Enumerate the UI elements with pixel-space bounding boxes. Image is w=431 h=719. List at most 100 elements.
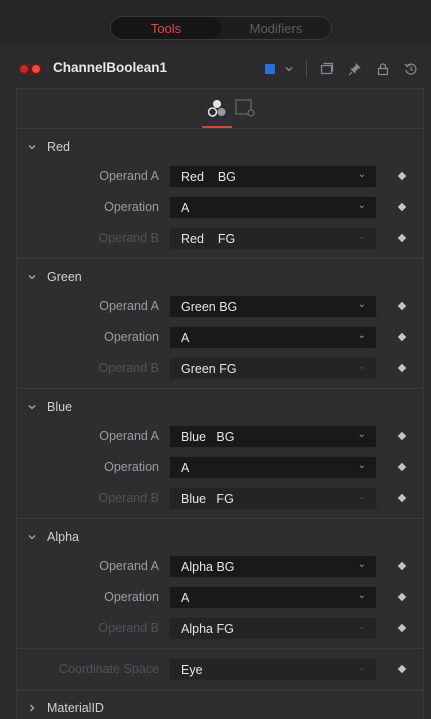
- section-blue-title: Blue: [47, 400, 73, 414]
- green-operand-b-dropdown[interactable]: Green FG ⌄: [169, 357, 377, 380]
- tab-modifiers[interactable]: Modifiers: [221, 17, 331, 39]
- section-divider: [17, 690, 423, 691]
- red-operation-row: Operation A ⌄: [17, 195, 423, 221]
- red-operand-b-dropdown[interactable]: Red FG ⌄: [169, 227, 377, 250]
- chevron-down-icon: [27, 142, 37, 152]
- green-operation-value: A: [181, 331, 190, 345]
- inspector-panel: Red Operand A Red BG ⌄ Operation A ⌄ Opera…: [16, 88, 424, 719]
- keyframe-diamond-icon[interactable]: [397, 592, 407, 602]
- blue-operation-value: A: [181, 461, 190, 475]
- section-alpha-header[interactable]: Alpha: [17, 525, 423, 549]
- pin-icon[interactable]: [346, 60, 364, 78]
- green-operand-b-label: Operand B: [98, 361, 159, 375]
- red-operation-dropdown[interactable]: A ⌄: [169, 196, 377, 219]
- blue-operation-row: Operation A ⌄: [17, 455, 423, 481]
- active-tab-underline: [202, 126, 232, 128]
- green-operation-label: Operation: [104, 330, 159, 344]
- chevron-down-icon[interactable]: [280, 60, 298, 78]
- section-divider: [17, 258, 423, 259]
- section-red-header[interactable]: Red: [17, 135, 423, 159]
- blue-operand-a-row: Operand A Blue BG ⌄: [17, 424, 423, 450]
- keyframe-diamond-icon[interactable]: [397, 171, 407, 181]
- chevron-down-icon: ⌄: [357, 200, 366, 211]
- green-operand-a-row: Operand A Green BG ⌄: [17, 294, 423, 320]
- coordinate-space-dropdown[interactable]: Eye ⌄: [169, 658, 377, 681]
- section-materialid-title: MaterialID: [47, 701, 104, 715]
- coordinate-space-row: Coordinate Space Eye ⌄: [17, 657, 423, 683]
- keyframe-diamond-icon[interactable]: [397, 233, 407, 243]
- red-operand-a-dropdown[interactable]: Red BG ⌄: [169, 165, 377, 188]
- lock-icon[interactable]: [374, 60, 392, 78]
- alpha-operation-row: Operation A ⌄: [17, 585, 423, 611]
- settings-tab-icon[interactable]: [229, 95, 263, 123]
- section-blue-header[interactable]: Blue: [17, 395, 423, 419]
- keyframe-diamond-icon[interactable]: [397, 561, 407, 571]
- keyframe-diamond-icon[interactable]: [397, 664, 407, 674]
- section-divider: [17, 388, 423, 389]
- alpha-operation-dropdown[interactable]: A ⌄: [169, 586, 377, 609]
- chevron-down-icon: [27, 272, 37, 282]
- alpha-operand-b-dropdown[interactable]: Alpha FG ⌄: [169, 617, 377, 640]
- red-operand-a-value: Red BG: [181, 170, 236, 184]
- red-operand-a-label: Operand A: [99, 169, 159, 183]
- alpha-operand-a-label: Operand A: [99, 559, 159, 573]
- section-green-title: Green: [47, 270, 82, 284]
- keyframe-diamond-icon[interactable]: [397, 332, 407, 342]
- keyframe-diamond-icon[interactable]: [397, 493, 407, 503]
- chevron-down-icon: ⌄: [357, 231, 366, 242]
- section-green-header[interactable]: Green: [17, 265, 423, 289]
- tab-tools[interactable]: Tools: [111, 17, 221, 39]
- reset-icon[interactable]: [402, 60, 420, 78]
- keyframe-diamond-icon[interactable]: [397, 623, 407, 633]
- red-operand-b-label: Operand B: [98, 231, 159, 245]
- tools-modifiers-switch: Tools Modifiers: [110, 16, 332, 40]
- blue-operand-b-dropdown[interactable]: Blue FG ⌄: [169, 487, 377, 510]
- chevron-right-icon: [27, 703, 37, 713]
- blue-operand-b-row: Operand B Blue FG ⌄: [17, 486, 423, 512]
- green-operation-row: Operation A ⌄: [17, 325, 423, 351]
- chevron-down-icon: ⌄: [357, 559, 366, 570]
- chevron-down-icon: [27, 402, 37, 412]
- alpha-operand-a-value: Alpha BG: [181, 560, 235, 574]
- red-operand-b-row: Operand B Red FG ⌄: [17, 226, 423, 252]
- chevron-down-icon: ⌄: [357, 590, 366, 601]
- chevron-down-icon: ⌄: [357, 429, 366, 440]
- node-name[interactable]: ChannelBoolean1: [53, 60, 167, 75]
- red-operand-b-value: Red FG: [181, 232, 236, 246]
- chevron-down-icon: ⌄: [357, 169, 366, 180]
- blue-operand-a-dropdown[interactable]: Blue BG ⌄: [169, 425, 377, 448]
- keyframe-diamond-icon[interactable]: [397, 363, 407, 373]
- green-operation-dropdown[interactable]: A ⌄: [169, 326, 377, 349]
- green-operand-a-dropdown[interactable]: Green BG ⌄: [169, 295, 377, 318]
- green-operand-a-value: Green BG: [181, 300, 238, 314]
- coordinate-space-value: Eye: [181, 663, 203, 677]
- alpha-operand-b-row: Operand B Alpha FG ⌄: [17, 616, 423, 642]
- section-materialid-header[interactable]: MaterialID: [17, 696, 423, 719]
- header-divider: [306, 60, 307, 78]
- inspector-header: Tools Modifiers: [0, 0, 431, 44]
- color-swatch-icon[interactable]: [265, 64, 275, 74]
- inspector-tabs: [17, 89, 423, 129]
- blue-operation-dropdown[interactable]: A ⌄: [169, 456, 377, 479]
- coordinate-space-label: Coordinate Space: [58, 662, 159, 676]
- keyframe-diamond-icon[interactable]: [397, 431, 407, 441]
- section-alpha-title: Alpha: [47, 530, 79, 544]
- blue-operand-a-label: Operand A: [99, 429, 159, 443]
- chevron-down-icon: ⌄: [357, 299, 366, 310]
- green-operand-b-row: Operand B Green FG ⌄: [17, 356, 423, 382]
- chevron-down-icon: [27, 532, 37, 542]
- keyframe-diamond-icon[interactable]: [397, 301, 407, 311]
- keyframe-diamond-icon[interactable]: [397, 462, 407, 472]
- section-divider: [17, 518, 423, 519]
- alpha-operand-a-dropdown[interactable]: Alpha BG ⌄: [169, 555, 377, 578]
- window-icon[interactable]: [318, 60, 336, 78]
- section-red-title: Red: [47, 140, 70, 154]
- chevron-down-icon: ⌄: [357, 662, 366, 673]
- section-divider: [17, 648, 423, 649]
- blue-operand-b-value: Blue FG: [181, 492, 234, 506]
- red-operand-a-row: Operand A Red BG ⌄: [17, 164, 423, 190]
- toggle-icon[interactable]: [18, 63, 42, 75]
- keyframe-diamond-icon[interactable]: [397, 202, 407, 212]
- red-operation-label: Operation: [104, 200, 159, 214]
- blue-operand-b-label: Operand B: [98, 491, 159, 505]
